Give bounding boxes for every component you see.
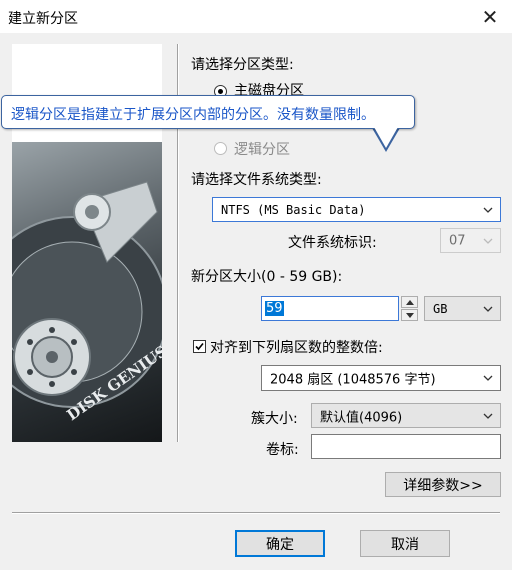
radio-logical-label[interactable]: 逻辑分区 bbox=[234, 139, 290, 159]
close-icon[interactable]: ✕ bbox=[474, 3, 506, 31]
cancel-button[interactable]: 取消 bbox=[360, 530, 450, 557]
partition-size-value: 59 bbox=[265, 301, 284, 316]
partition-size-label: 新分区大小(0 - 59 GB): bbox=[191, 269, 343, 285]
align-sectors-value: 2048 扇区 (1048576 字节) bbox=[270, 372, 436, 388]
filesystem-id-select[interactable]: 07 bbox=[440, 228, 501, 253]
tooltip-tail-fill bbox=[374, 127, 398, 148]
horizontal-divider bbox=[12, 512, 500, 514]
radio-logical-indicator[interactable] bbox=[214, 142, 227, 155]
cluster-size-select[interactable]: 默认值(4096) bbox=[311, 403, 501, 428]
title-bar: 建立新分区 ✕ bbox=[0, 0, 512, 33]
filesystem-type-label: 请选择文件系统类型: bbox=[191, 172, 322, 188]
stepper-down-button[interactable] bbox=[401, 309, 418, 321]
filesystem-value: NTFS (MS Basic Data) bbox=[221, 202, 366, 217]
chevron-down-icon bbox=[483, 413, 493, 419]
chevron-down-icon bbox=[483, 306, 493, 312]
arrow-up-icon bbox=[406, 300, 414, 305]
ok-button-label: 确定 bbox=[266, 536, 294, 553]
stepper-up-button[interactable] bbox=[401, 296, 418, 308]
window-title: 建立新分区 bbox=[8, 11, 78, 27]
details-button-label: 详细参数>> bbox=[403, 477, 483, 494]
size-unit-value: GB bbox=[433, 301, 448, 316]
cancel-button-label: 取消 bbox=[391, 536, 419, 553]
chevron-down-icon bbox=[483, 207, 493, 213]
volume-label-label: 卷标: bbox=[266, 442, 299, 458]
ok-button[interactable]: 确定 bbox=[235, 530, 325, 557]
cluster-size-value: 默认值(4096) bbox=[320, 410, 403, 425]
align-sectors-select[interactable]: 2048 扇区 (1048576 字节) bbox=[261, 365, 501, 391]
align-checkbox-box[interactable] bbox=[193, 340, 206, 353]
align-checkbox-label[interactable]: 对齐到下列扇区数的整数倍: bbox=[210, 337, 383, 357]
size-unit-select[interactable]: GB bbox=[424, 296, 501, 321]
checkmark-icon bbox=[195, 342, 204, 351]
arrow-down-icon bbox=[406, 313, 414, 318]
filesystem-select[interactable]: NTFS (MS Basic Data) bbox=[212, 197, 501, 222]
filesystem-id-value: 07 bbox=[449, 233, 466, 248]
partition-size-input[interactable]: 59 bbox=[261, 296, 399, 321]
cluster-size-label: 簇大小: bbox=[251, 411, 298, 427]
partition-size-stepper[interactable] bbox=[401, 296, 418, 321]
details-button[interactable]: 详细参数>> bbox=[385, 472, 501, 497]
volume-label-input[interactable] bbox=[311, 434, 501, 459]
tooltip: 逻辑分区是指建立于扩展分区内部的分区。没有数量限制。 bbox=[1, 95, 415, 129]
tooltip-text: 逻辑分区是指建立于扩展分区内部的分区。没有数量限制。 bbox=[11, 107, 375, 123]
chevron-down-icon bbox=[483, 238, 493, 244]
chevron-down-icon bbox=[483, 375, 493, 381]
filesystem-id-label: 文件系统标识: bbox=[288, 235, 377, 251]
partition-type-label: 请选择分区类型: bbox=[191, 57, 294, 73]
